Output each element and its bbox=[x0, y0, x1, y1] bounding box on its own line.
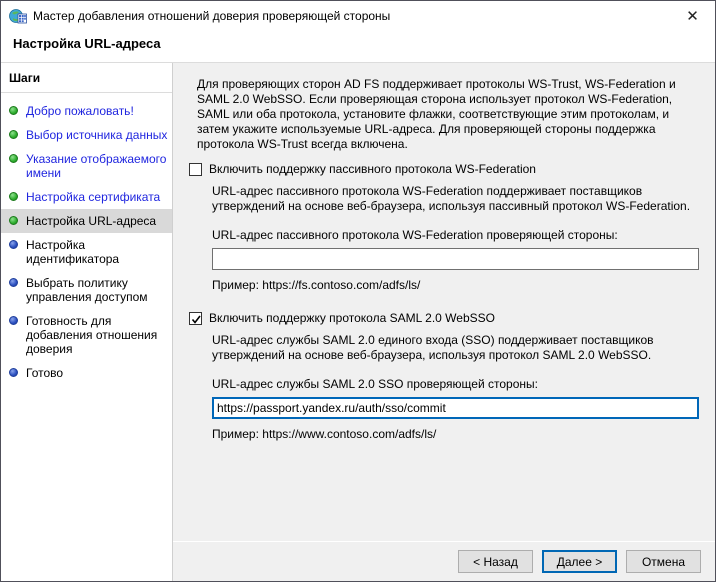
step-label: Настройка сертификата bbox=[26, 190, 160, 204]
page-title: Настройка URL-адреса bbox=[13, 36, 701, 51]
step-todo-bullet-icon bbox=[9, 368, 18, 377]
step-label: Готовность для добавления отношения дове… bbox=[26, 314, 168, 356]
sidebar-item-url-current[interactable]: Настройка URL-адреса bbox=[1, 209, 172, 233]
wsfed-section: Включить поддержку пассивного протокола … bbox=[189, 162, 699, 292]
steps-list: Добро пожаловать! Выбор источника данных… bbox=[1, 93, 172, 385]
saml-checkbox-label[interactable]: Включить поддержку протокола SAML 2.0 We… bbox=[209, 311, 495, 325]
step-done-bullet-icon bbox=[9, 216, 18, 225]
saml-url-label: URL-адрес службы SAML 2.0 SSO проверяюще… bbox=[212, 377, 699, 391]
step-todo-bullet-icon bbox=[9, 278, 18, 287]
wsfed-url-label: URL-адрес пассивного протокола WS-Federa… bbox=[212, 228, 699, 242]
page-header: Настройка URL-адреса bbox=[1, 31, 715, 63]
saml-url-input[interactable] bbox=[212, 397, 699, 419]
wsfed-description: URL-адрес пассивного протокола WS-Federa… bbox=[212, 184, 699, 214]
sidebar-item-ready-to-add[interactable]: Готовность для добавления отношения дове… bbox=[1, 309, 172, 361]
step-done-bullet-icon bbox=[9, 154, 18, 163]
saml-example-text: Пример: https://www.contoso.com/adfs/ls/ bbox=[212, 427, 699, 441]
saml-description: URL-адрес службы SAML 2.0 единого входа … bbox=[212, 333, 699, 363]
sidebar-item-finish[interactable]: Готово bbox=[1, 361, 172, 385]
wsfed-url-input[interactable] bbox=[212, 248, 699, 270]
sidebar-item-welcome[interactable]: Добро пожаловать! bbox=[1, 99, 172, 123]
wizard-icon bbox=[9, 8, 27, 24]
sidebar-item-certificate[interactable]: Настройка сертификата bbox=[1, 185, 172, 209]
title-bar: Мастер добавления отношений доверия пров… bbox=[1, 1, 715, 31]
step-label: Настройка URL-адреса bbox=[26, 214, 156, 228]
step-done-bullet-icon bbox=[9, 130, 18, 139]
step-label: Выбор источника данных bbox=[26, 128, 167, 142]
window-title: Мастер добавления отношений доверия пров… bbox=[33, 9, 670, 23]
step-todo-bullet-icon bbox=[9, 316, 18, 325]
wsfed-example-text: Пример: https://fs.contoso.com/adfs/ls/ bbox=[212, 278, 699, 292]
sidebar-item-display-name[interactable]: Указание отображаемого имени bbox=[1, 147, 172, 185]
step-label: Готово bbox=[26, 366, 63, 380]
wsfed-checkbox[interactable] bbox=[189, 163, 202, 176]
step-done-bullet-icon bbox=[9, 192, 18, 201]
sidebar-item-data-source[interactable]: Выбор источника данных bbox=[1, 123, 172, 147]
next-button[interactable]: Далее > bbox=[542, 550, 617, 573]
step-done-bullet-icon bbox=[9, 106, 18, 115]
back-button[interactable]: < Назад bbox=[458, 550, 533, 573]
saml-section: Включить поддержку протокола SAML 2.0 We… bbox=[189, 311, 699, 441]
close-icon[interactable]: ✕ bbox=[670, 1, 715, 31]
wsfed-checkbox-label[interactable]: Включить поддержку пассивного протокола … bbox=[209, 162, 536, 176]
saml-checkbox[interactable] bbox=[189, 312, 202, 325]
step-label: Добро пожаловать! bbox=[26, 104, 134, 118]
content-area: Для проверяющих сторон AD FS поддерживае… bbox=[173, 63, 715, 541]
cancel-button[interactable]: Отмена bbox=[626, 550, 701, 573]
step-label: Выбрать политику управления доступом bbox=[26, 276, 168, 304]
sidebar-item-access-policy[interactable]: Выбрать политику управления доступом bbox=[1, 271, 172, 309]
step-todo-bullet-icon bbox=[9, 240, 18, 249]
steps-heading: Шаги bbox=[1, 63, 172, 93]
step-label: Настройка идентификатора bbox=[26, 238, 168, 266]
footer-bar: < Назад Далее > Отмена bbox=[173, 541, 715, 581]
steps-sidebar: Шаги Добро пожаловать! Выбор источника д… bbox=[1, 63, 173, 581]
step-label: Указание отображаемого имени bbox=[26, 152, 168, 180]
wizard-window: Мастер добавления отношений доверия пров… bbox=[0, 0, 716, 582]
intro-text: Для проверяющих сторон AD FS поддерживае… bbox=[197, 77, 699, 152]
sidebar-item-identifier[interactable]: Настройка идентификатора bbox=[1, 233, 172, 271]
